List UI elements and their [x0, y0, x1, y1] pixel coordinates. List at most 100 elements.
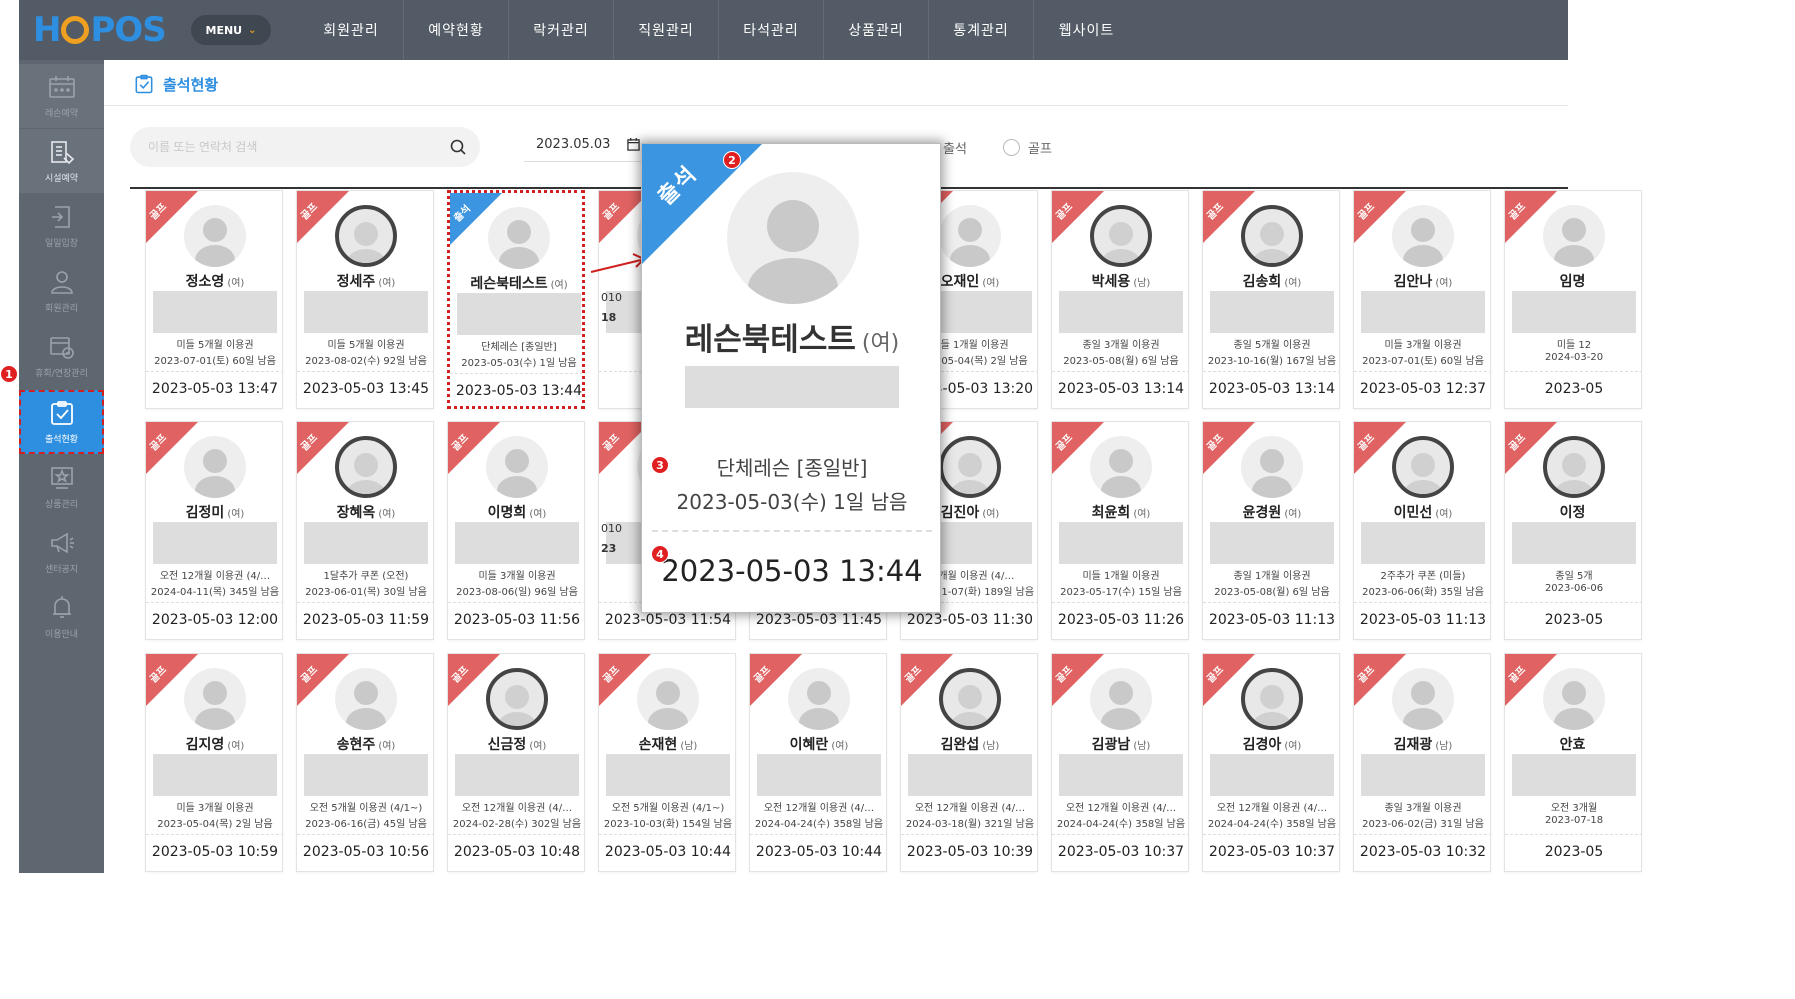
card-name-text: 이명희	[487, 505, 527, 521]
member-card[interactable]: 골프 정세주 (여) 미들 5개월 이용권 2023-08-02(수) 92일 남음 20…	[296, 190, 434, 409]
sidebar-item-products[interactable]: 상품관리	[19, 455, 104, 519]
sidebar-item-facility-booking[interactable]: 시설예약	[19, 129, 104, 193]
sidebar-item-label: 상품관리	[44, 499, 79, 510]
card-remaining: 2023-07-01(토) 60일 남음	[1362, 356, 1484, 367]
member-card[interactable]: 골프 최윤희 (여) 미들 1개월 이용권 2023-05-17(수) 15일 남음 20…	[1051, 421, 1189, 640]
radio-attend[interactable]: 출석	[943, 138, 967, 157]
member-card[interactable]: 골프 박세용 (남) 종일 3개월 이용권 2023-05-08(월) 6일 남음 202…	[1051, 190, 1189, 409]
member-card[interactable]: 골프 김광남 (남) 오전 12개월 이용권 (4/… 2024-04-24(수) 35…	[1051, 653, 1189, 872]
calendar-icon	[48, 74, 76, 100]
sidebar-item-guide[interactable]: 이용안내	[19, 585, 104, 649]
card-member-name: 이정	[1505, 502, 1641, 522]
sidebar-item-lesson-booking[interactable]: 레슨예약	[19, 64, 104, 128]
page-title: 출석현황	[163, 76, 219, 94]
card-remaining: 2023-05-03(수) 1일 남음	[461, 358, 577, 369]
card-partial-text: 010	[601, 522, 622, 535]
card-name-text: 김경아	[1242, 737, 1282, 753]
member-card[interactable]: 골프 정소영 (여) 미들 5개월 이용권 2023-07-01(토) 60일 남음 20…	[145, 190, 283, 409]
member-card[interactable]: 골프 손재현 (남) 오전 5개월 이용권 (4/1~) 2023-10-03(화) 1…	[598, 653, 736, 872]
card-gender: (여)	[227, 509, 245, 520]
calendar-icon[interactable]	[627, 138, 640, 155]
card-plan: 종일 1개월 이용권	[1233, 571, 1311, 582]
card-remaining: 2023-06-06	[1544, 583, 1604, 594]
card-partial-text: 18	[601, 311, 617, 324]
card-member-name: 안효	[1505, 734, 1641, 754]
sidebar-item-daily-entry[interactable]: 일일입장	[19, 194, 104, 258]
nav-item-lockers[interactable]: 락커관리	[509, 0, 614, 60]
nav-item-reservations[interactable]: 예약현황	[404, 0, 509, 60]
card-remaining: 2024-02-28(수) 302일 남음	[452, 819, 582, 830]
card-member-name: 김지영 (여)	[146, 734, 282, 754]
member-card[interactable]: 골프 이명희 (여) 미들 3개월 이용권 2023-08-06(일) 96일 남음 20…	[447, 421, 585, 640]
card-divider	[297, 602, 433, 603]
member-card[interactable]: 골프 김안나 (여) 미들 3개월 이용권 2023-07-01(토) 60일 남음 20…	[1353, 190, 1491, 409]
card-checkin-time: 2023-05-03 13:44	[455, 383, 583, 399]
card-redacted-block	[606, 754, 730, 796]
card-name-text: 윤경원	[1242, 505, 1282, 521]
sidebar-item-members[interactable]: 회원관리	[19, 259, 104, 323]
card-divider	[297, 371, 433, 372]
radio-golf[interactable]: 골프	[1003, 138, 1052, 157]
card-name-text: 김완섭	[940, 737, 980, 753]
card-remaining: 2023-10-03(화) 154일 남음	[603, 819, 733, 830]
search-icon[interactable]	[450, 139, 466, 159]
card-redacted-block	[455, 522, 579, 564]
sidebar-item-attendance[interactable]: 출석현황	[19, 390, 104, 454]
card-member-name: 박세용 (남)	[1052, 271, 1188, 291]
radio-golf-circle[interactable]	[1003, 139, 1020, 156]
nav-item-bays[interactable]: 타석관리	[719, 0, 824, 60]
member-card[interactable]: 골프 안효 오전 3개월 2023-07-18 2023-05	[1504, 653, 1642, 872]
card-redacted-block	[1512, 291, 1636, 333]
menu-button[interactable]: MENU ⌄	[191, 15, 271, 45]
card-redacted-block	[455, 754, 579, 796]
card-gender: (여)	[982, 509, 1000, 520]
card-redacted-block	[1361, 522, 1485, 564]
card-remaining: 2023-08-02(수) 92일 남음	[305, 356, 427, 367]
avatar	[1543, 205, 1605, 267]
sidebar-item-pause-extend[interactable]: 휴회/연장관리	[19, 324, 104, 388]
member-card[interactable]: 골프 이혜란 (여) 오전 12개월 이용권 (4/… 2024-04-24(수) 35…	[749, 653, 887, 872]
member-card[interactable]: 골프 김정미 (여) 오전 12개월 이용권 (4/… 2024-04-11(목) 34…	[145, 421, 283, 640]
nav-item-members[interactable]: 회원관리	[299, 0, 404, 60]
card-gender: (남)	[1435, 741, 1453, 752]
member-card[interactable]: 골프 장혜옥 (여) 1달추가 쿠폰 (오전) 2023-06-01(목) 30일 남음…	[296, 421, 434, 640]
card-gender: (여)	[378, 509, 396, 520]
app-logo[interactable]: H POS	[33, 10, 167, 50]
member-card[interactable]: 골프 김지영 (여) 미들 3개월 이용권 2023-05-04(목) 2일 남음 202…	[145, 653, 283, 872]
bell-icon	[48, 595, 76, 621]
card-checkin-time: 2023-05-03 10:56	[302, 844, 430, 860]
card-checkin-time: 2023-05-03 10:39	[906, 844, 1034, 860]
member-card[interactable]: 골프 이정 종일 5개 2023-06-06 2023-05	[1504, 421, 1642, 640]
card-divider	[750, 834, 886, 835]
card-plan: 오전 5개월 이용권 (4/1~)	[611, 803, 725, 814]
member-card[interactable]: 골프 김송희 (여) 종일 5개월 이용권 2023-10-16(월) 167일 남음 2…	[1202, 190, 1340, 409]
card-name-text: 레슨북테스트	[470, 276, 548, 292]
clipboard-check-icon	[134, 74, 154, 98]
member-card[interactable]: 골프 임명 미들 12 2024-03-20 2023-05	[1504, 190, 1642, 409]
member-card[interactable]: 출석 레슨북테스트 (여) 단체레슨 [종일반] 2023-05-03(수) 1일 남음…	[447, 190, 585, 409]
date-start-field[interactable]: 2023.05.03	[524, 128, 644, 162]
nav-item-products[interactable]: 상품관리	[824, 0, 929, 60]
member-card[interactable]: 골프 김경아 (여) 오전 12개월 이용권 (4/… 2024-04-24(수) 35…	[1202, 653, 1340, 872]
card-redacted-block	[1210, 291, 1334, 333]
member-card[interactable]: 골프 이민선 (여) 2주추가 쿠폰 (미들) 2023-06-06(화) 35일 남음…	[1353, 421, 1491, 640]
member-card[interactable]: 골프 송현주 (여) 오전 5개월 이용권 (4/1~) 2023-06-16(금) 4…	[296, 653, 434, 872]
card-gender: (여)	[1284, 278, 1302, 289]
card-remaining: 2023-05-04(목) 2일 남음	[157, 819, 273, 830]
sidebar-item-notice[interactable]: 센터공지	[19, 520, 104, 584]
nav-item-statistics[interactable]: 통계관리	[929, 0, 1034, 60]
card-divider	[1052, 371, 1188, 372]
member-card[interactable]: 골프 신금정 (여) 오전 12개월 이용권 (4/… 2024-02-28(수) 30…	[447, 653, 585, 872]
attendance-detail-popup[interactable]: 출석 레슨북테스트 (여) 단체레슨 [종일반] 2023-05-03(수) 1일…	[641, 143, 941, 613]
sidebar-item-label: 레슨예약	[44, 108, 79, 119]
member-card[interactable]: 골프 김완섭 (남) 오전 12개월 이용권 (4/… 2024-03-18(월) 32…	[900, 653, 1038, 872]
radio-attend-label: 출석	[943, 142, 967, 157]
search-input[interactable]	[148, 127, 438, 167]
member-card[interactable]: 골프 김재광 (남) 종일 3개월 이용권 2023-06-02(금) 31일 남음 20…	[1353, 653, 1491, 872]
card-member-name: 이명희 (여)	[448, 502, 584, 522]
card-name-text: 김재광	[1393, 737, 1433, 753]
card-redacted-block	[457, 293, 581, 335]
nav-item-staff[interactable]: 직원관리	[614, 0, 719, 60]
member-card[interactable]: 골프 윤경원 (여) 종일 1개월 이용권 2023-05-08(월) 6일 남음 202…	[1202, 421, 1340, 640]
nav-item-website[interactable]: 웹사이트	[1034, 0, 1139, 60]
